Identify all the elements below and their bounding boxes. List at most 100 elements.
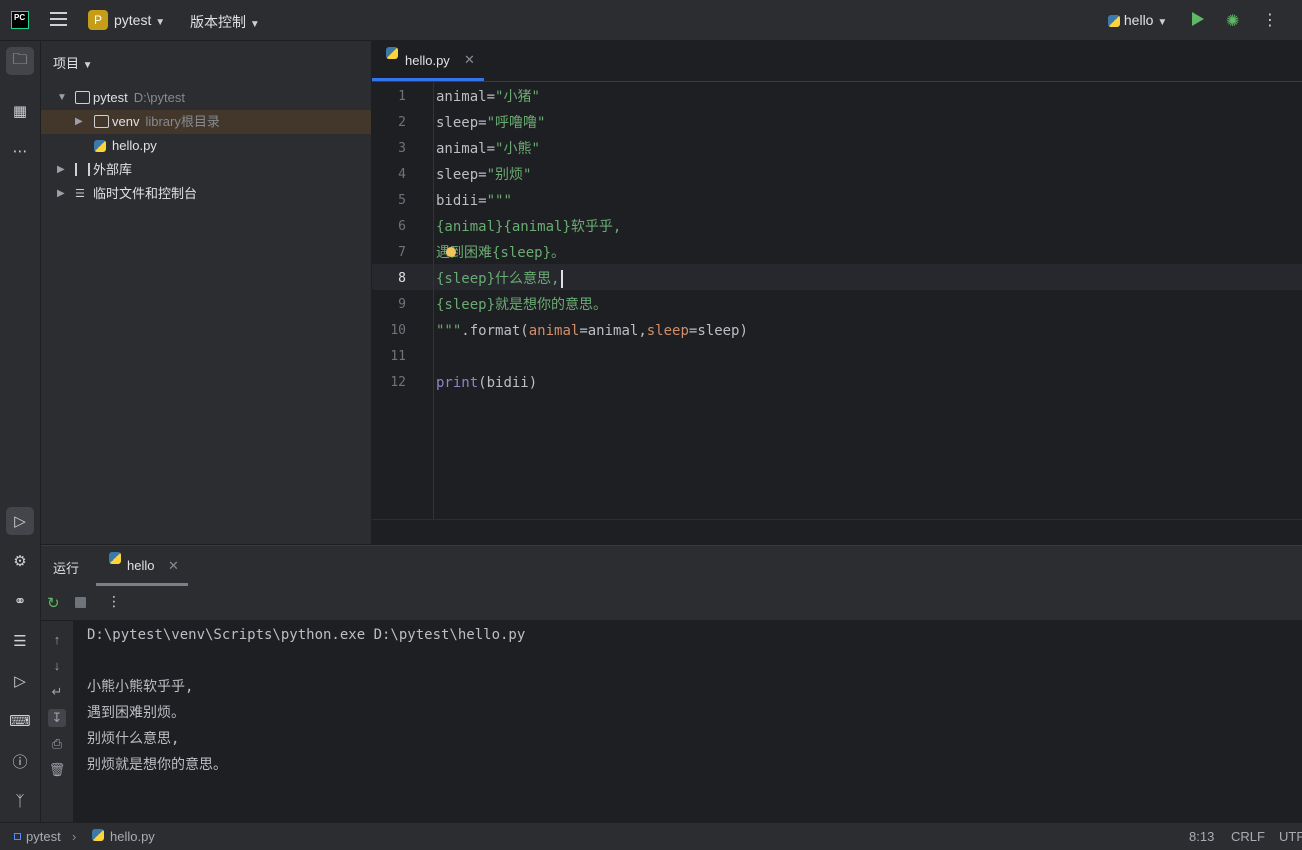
close-icon[interactable]: ✕	[168, 558, 179, 574]
tool-window-strip: 🗀 ▦ ⋯ ▷ ⚙ ⚭ ☰ ▷ ⌨ ⓘ ᛉ	[0, 41, 41, 822]
code-identifier: animal	[436, 141, 487, 157]
python-console-icon[interactable]: ⚭	[6, 587, 34, 615]
stop-icon[interactable]	[75, 597, 86, 608]
debug-tool-icon[interactable]: ⚙	[6, 547, 34, 575]
code-operator: =	[478, 115, 487, 131]
problems-icon[interactable]: ⓘ	[6, 747, 34, 775]
console-line: 别烦什么意思,	[87, 731, 180, 747]
code-line[interactable]: {animal}{animal}软乎乎,	[436, 214, 621, 240]
library-icon	[75, 163, 90, 176]
code-line[interactable]: animal="小熊"	[436, 136, 540, 162]
code-identifier: bidii	[436, 193, 479, 209]
project-folder-icon[interactable]: 🗀	[6, 47, 34, 75]
chevron-down-icon[interactable]: ▼	[57, 86, 67, 110]
code-line[interactable]: sleep="呼噜噜"	[436, 110, 545, 136]
run-tool-icon[interactable]: ▷	[6, 507, 34, 535]
lightbulb-icon[interactable]	[446, 247, 456, 257]
file-encoding[interactable]: UTF	[1279, 829, 1302, 844]
tree-item-external-libs[interactable]: ▶ 外部库	[41, 158, 371, 182]
tab-hello-py[interactable]: hello.py ✕	[372, 41, 484, 81]
code-line[interactable]: {sleep}就是想你的意思。	[436, 292, 607, 318]
chevron-down-icon: ▼	[1157, 17, 1168, 28]
code-line[interactable]: """.format(animal=animal,sleep=sleep)	[436, 318, 748, 344]
main-menu-icon[interactable]	[50, 12, 67, 28]
structure-icon[interactable]: ▦	[6, 97, 34, 125]
chevron-right-icon[interactable]: ▶	[57, 182, 65, 206]
print-icon[interactable]: ⎙	[48, 735, 66, 753]
code-line[interactable]: sleep="别烦"	[436, 162, 531, 188]
chevron-down-icon: ▼	[82, 60, 93, 71]
chevron-right-icon[interactable]: ▶	[57, 158, 65, 182]
code-line[interactable]: bidii="""	[436, 188, 512, 214]
chevron-down-icon: ▼	[249, 19, 260, 30]
tree-item-scratches[interactable]: ▶ ☰ 临时文件和控制台	[41, 182, 371, 206]
more-actions-icon[interactable]: ⋮	[1262, 10, 1278, 30]
soft-wrap-icon[interactable]: ↵	[48, 683, 66, 701]
scroll-to-end-icon[interactable]: ↧	[48, 709, 66, 727]
line-number: 3	[398, 141, 406, 156]
line-number: 5	[398, 193, 406, 208]
layers-icon[interactable]: ☰	[6, 627, 34, 655]
scroll-down-icon[interactable]: ↓	[48, 657, 66, 675]
code-string: "小猪"	[495, 89, 540, 105]
services-icon[interactable]: ▷	[6, 667, 34, 695]
run-panel-header: 运行 hello ✕	[41, 546, 1302, 586]
terminal-icon[interactable]: ⌨	[6, 707, 34, 735]
code-operator: =	[478, 193, 487, 209]
code-line[interactable]: print(bidii)	[436, 370, 537, 396]
rerun-icon[interactable]: ↻	[47, 594, 60, 612]
code-identifier: (bidii)	[478, 375, 538, 391]
line-separator[interactable]: CRLF	[1231, 829, 1265, 844]
caret-position[interactable]: 8:13	[1189, 829, 1214, 844]
run-tab-label: hello	[127, 558, 155, 573]
run-icon[interactable]	[1192, 12, 1204, 26]
vcs-menu[interactable]: 版本控制 ▼	[190, 12, 260, 32]
code-identifier: sleep	[436, 167, 479, 183]
breadcrumb-file[interactable]: hello.py	[110, 829, 155, 844]
folder-icon	[75, 91, 90, 104]
chevron-right-icon: ›	[72, 829, 77, 844]
chevron-down-icon: ▼	[155, 17, 166, 28]
git-branch-icon[interactable]: ᛉ	[6, 787, 34, 815]
chevron-right-icon[interactable]: ▶	[75, 110, 83, 134]
tab-label: hello.py	[405, 53, 450, 68]
line-number: 8	[398, 271, 406, 286]
project-panel-header[interactable]: 项目 ▼	[53, 53, 93, 72]
python-icon	[1108, 15, 1120, 28]
line-number: 6	[398, 219, 406, 234]
more-actions-icon[interactable]: ⋮	[107, 593, 121, 610]
code-operator: =	[478, 167, 487, 183]
run-panel-title: 运行	[53, 561, 80, 576]
scroll-up-icon[interactable]: ↑	[48, 631, 66, 649]
project-name: pytest	[114, 12, 152, 28]
close-icon[interactable]: ✕	[464, 52, 475, 68]
code-line[interactable]: animal="小猪"	[436, 84, 540, 110]
run-tab-hello[interactable]: hello ✕	[96, 546, 188, 586]
line-number: 10	[390, 323, 406, 338]
code-operator: =	[486, 141, 496, 157]
tree-item-pytest[interactable]: ▼ pytest D:\pytest	[41, 86, 371, 110]
project-selector[interactable]: pytest ▼	[114, 12, 165, 28]
line-number: 2	[398, 115, 406, 130]
trash-icon[interactable]: 🗑	[48, 761, 66, 779]
code-identifier: animal	[436, 89, 487, 105]
project-badge[interactable]: P	[88, 10, 108, 30]
more-tools-icon[interactable]: ⋯	[6, 137, 34, 165]
project-panel-title: 项目	[53, 56, 80, 71]
python-file-icon	[92, 829, 104, 841]
line-number: 4	[398, 167, 406, 182]
run-config-name: hello	[1123, 12, 1154, 28]
code-operator: =	[486, 89, 496, 105]
debug-icon[interactable]: ✺	[1226, 11, 1239, 31]
code-string: "小熊"	[495, 141, 540, 157]
run-config-selector[interactable]: hello ▼	[1108, 12, 1167, 28]
breadcrumb-project[interactable]: pytest	[26, 829, 61, 844]
module-icon	[14, 833, 21, 840]
folder-icon	[94, 115, 109, 128]
tree-item-label: venv	[112, 114, 140, 129]
title-bar: PC P pytest ▼ 版本控制 ▼ hello ▼ ✺ ⋮	[0, 0, 1302, 41]
code-string: {sleep}什么意思,	[436, 271, 560, 287]
code-line[interactable]: {sleep}什么意思,	[436, 266, 564, 292]
tree-item-hello-py[interactable]: hello.py	[41, 134, 371, 158]
tree-item-venv[interactable]: ▶ venv library根目录	[41, 110, 371, 134]
